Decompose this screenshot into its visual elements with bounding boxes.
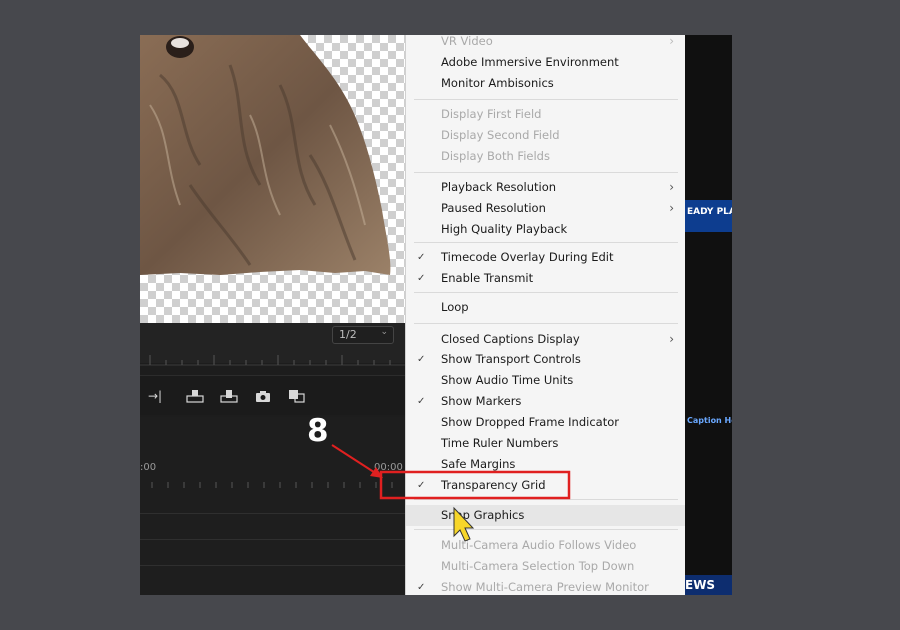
menu-item-label: Adobe Immersive Environment [441, 55, 619, 69]
timecode-right: 00:00 [374, 462, 403, 473]
track-divider [140, 539, 410, 540]
menu-item-show-transport-controls[interactable]: ✓ Show Transport Controls [406, 349, 685, 370]
check-icon: ✓ [417, 252, 426, 263]
chevron-down-icon: ⌄ [380, 327, 388, 337]
track-divider [140, 513, 410, 514]
menu-separator [414, 99, 678, 100]
menu-item-label: Show Multi-Camera Preview Monitor [441, 580, 649, 594]
overwrite-icon-shape [220, 390, 238, 403]
news-banner-text: EWS [685, 578, 716, 592]
menu-item-label: Paused Resolution [441, 201, 546, 215]
camera-icon-shape [256, 391, 270, 402]
monitor-time-ruler[interactable] [140, 353, 410, 367]
menu-item-closed-captions-display[interactable]: Closed Captions Display › [406, 329, 685, 350]
menu-item-time-ruler-numbers[interactable]: Time Ruler Numbers [406, 433, 685, 454]
menu-item-timecode-overlay-during-edit[interactable]: ✓ Timecode Overlay During Edit [406, 247, 685, 268]
menu-item-label: Playback Resolution [441, 180, 557, 194]
menu-item-display-first-field: Display First Field [406, 104, 685, 125]
preview-banner-text: EADY PLAY [687, 207, 732, 217]
menu-item-label: Enable Transmit [441, 271, 534, 285]
menu-item-loop[interactable]: Loop [406, 297, 685, 318]
chevron-right-icon: › [669, 180, 674, 194]
preview-banner: EADY PLAY [685, 200, 732, 232]
menu-item-high-quality-playback[interactable]: High Quality Playback [406, 219, 685, 240]
comparison-view-icon[interactable] [288, 389, 306, 403]
go-to-out-icon[interactable]: →| [146, 389, 164, 403]
menu-item-label: VR Video [441, 35, 493, 48]
menu-separator [414, 499, 678, 500]
timecode-left: :00 [140, 462, 157, 473]
menu-item-label: Display Second Field [441, 128, 560, 142]
insert-icon-shape [186, 390, 204, 403]
menu-item-adobe-immersive-environment[interactable]: Adobe Immersive Environment [406, 52, 685, 73]
caption-preview-text: Caption Here [687, 416, 732, 425]
insert-icon[interactable] [186, 389, 204, 403]
menu-item-label: Loop [441, 300, 469, 314]
menu-item-paused-resolution[interactable]: Paused Resolution › [406, 198, 685, 219]
menu-item-show-multi-camera-preview-monitor: ✓ Show Multi-Camera Preview Monitor [406, 577, 685, 595]
chevron-right-icon: › [669, 332, 674, 346]
camera-icon[interactable] [254, 389, 272, 403]
chevron-right-icon: › [669, 201, 674, 215]
resolution-select[interactable]: 1/2 ⌄ [332, 326, 394, 344]
timeline-panel[interactable]: :00 00:00 [140, 417, 410, 595]
menu-item-monitor-ambisonics[interactable]: Monitor Ambisonics [406, 73, 685, 94]
menu-item-label: High Quality Playback [441, 222, 568, 236]
menu-item-multi-camera-audio-follows-video: Multi-Camera Audio Follows Video [406, 535, 685, 556]
menu-item-display-second-field: Display Second Field [406, 125, 685, 146]
menu-separator [414, 529, 678, 530]
menu-item-label: Timecode Overlay During Edit [441, 250, 614, 264]
menu-item-label: Multi-Camera Audio Follows Video [441, 538, 637, 552]
resolution-select-value: 1/2 [339, 328, 357, 341]
menu-item-safe-margins[interactable]: Safe Margins [406, 454, 685, 475]
right-preview-panel: EADY PLAY Caption Here EWS [685, 35, 732, 595]
menu-item-enable-transmit[interactable]: ✓ Enable Transmit [406, 268, 685, 289]
menu-item-snap-graphics[interactable]: Snap Graphics [406, 505, 685, 526]
menu-item-show-markers[interactable]: ✓ Show Markers [406, 391, 685, 412]
menu-item-label: Closed Captions Display [441, 332, 580, 346]
menu-item-label: Display First Field [441, 107, 542, 121]
timeline-ruler[interactable] [140, 479, 410, 491]
menu-item-show-audio-time-units[interactable]: Show Audio Time Units [406, 370, 685, 391]
menu-item-playback-resolution[interactable]: Playback Resolution › [406, 177, 685, 198]
check-icon: ✓ [417, 582, 426, 593]
program-monitor-video[interactable] [140, 35, 410, 323]
menu-item-label: Monitor Ambisonics [441, 76, 554, 90]
menu-item-label: Transparency Grid [441, 478, 546, 492]
news-banner: EWS [685, 575, 732, 595]
menu-item-label: Show Markers [441, 394, 522, 408]
check-icon: ✓ [417, 480, 426, 491]
menu-item-multi-camera-selection-top-down: Multi-Camera Selection Top Down [406, 556, 685, 577]
check-icon: ✓ [417, 273, 426, 284]
app-window: 1/2 ⌄ →| :00 00:00 EADY PLAY Caption [140, 35, 732, 595]
menu-item-display-both-fields: Display Both Fields [406, 146, 685, 167]
menu-item-label: Show Dropped Frame Indicator [441, 415, 619, 429]
overwrite-icon[interactable] [220, 389, 238, 403]
menu-item-label: Snap Graphics [441, 508, 525, 522]
step-number-label: 8 [307, 413, 329, 449]
menu-item-label: Display Both Fields [441, 149, 550, 163]
menu-item-label: Safe Margins [441, 457, 516, 471]
check-icon: ✓ [417, 354, 426, 365]
menu-separator [414, 172, 678, 173]
menu-item-label: Show Audio Time Units [441, 373, 574, 387]
menu-item-show-dropped-frame-indicator[interactable]: Show Dropped Frame Indicator [406, 412, 685, 433]
chevron-right-icon: › [669, 35, 674, 48]
comparison-view-icon-shape [289, 390, 305, 403]
menu-item-label: Show Transport Controls [441, 352, 581, 366]
menu-item-label: Time Ruler Numbers [441, 436, 559, 450]
menu-item-label: Multi-Camera Selection Top Down [441, 559, 635, 573]
check-icon: ✓ [417, 396, 426, 407]
menu-separator [414, 292, 678, 293]
transport-controls: →| [140, 375, 410, 415]
menu-separator [414, 323, 678, 324]
cat-image [140, 35, 391, 275]
track-divider [140, 565, 410, 566]
menu-separator [414, 242, 678, 243]
menu-item-transparency-grid[interactable]: ✓ Transparency Grid [406, 475, 685, 496]
menu-item-vr-video: VR Video › [406, 35, 685, 52]
monitor-context-menu: VR Video › Adobe Immersive Environment Moni… [405, 35, 685, 595]
